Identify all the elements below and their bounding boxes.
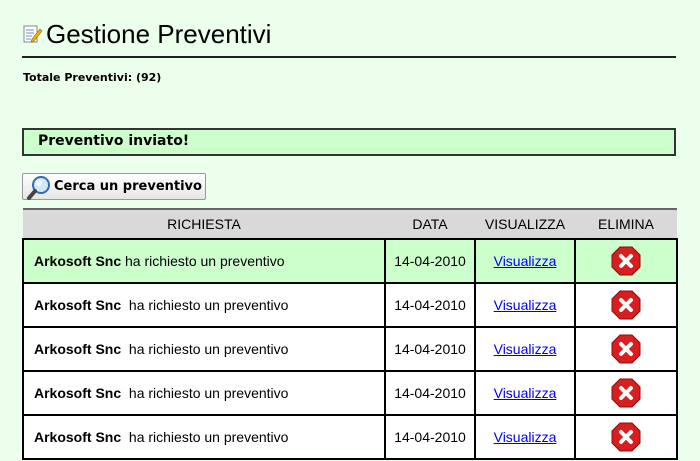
view-link[interactable]: Visualizza	[494, 253, 557, 269]
company-name: Arkosoft Snc	[34, 341, 122, 357]
delete-x-icon[interactable]	[611, 378, 641, 408]
date-cell: 14-04-2010	[384, 238, 476, 284]
request-text: ha richiesto un preventivo	[128, 341, 289, 357]
total-count: Totale Preventivi: (92)	[23, 71, 162, 84]
view-link[interactable]: Visualizza	[494, 341, 557, 357]
column-header-elimina: ELIMINA	[575, 208, 677, 239]
notice-message: Preventivo inviato!	[38, 133, 190, 149]
table-row: Arkosoft Snc ha richiesto un preventivo …	[22, 238, 678, 284]
request-cell: Arkosoft Snc ha richiesto un preventivo	[22, 282, 386, 328]
quotes-table: RICHIESTA DATA VISUALIZZA ELIMINA Arkoso…	[22, 208, 678, 460]
success-notice: Preventivo inviato!	[22, 128, 676, 156]
request-text: ha richiesto un preventivo	[128, 297, 289, 313]
view-cell: Visualizza	[474, 414, 576, 460]
column-header-richiesta: RICHIESTA	[23, 208, 385, 239]
company-name: Arkosoft Snc	[34, 253, 122, 269]
delete-cell	[574, 326, 678, 372]
request-cell: Arkosoft Snc ha richiesto un preventivo	[22, 370, 386, 416]
table-row: Arkosoft Snc ha richiesto un preventivo …	[22, 370, 678, 416]
table-row: Arkosoft Snc ha richiesto un preventivo …	[22, 282, 678, 328]
view-link[interactable]: Visualizza	[494, 429, 557, 445]
date-cell: 14-04-2010	[384, 414, 476, 460]
company-name: Arkosoft Snc	[34, 385, 122, 401]
request-cell: Arkosoft Snc ha richiesto un preventivo	[22, 238, 386, 284]
delete-x-icon[interactable]	[611, 290, 641, 320]
column-header-visualizza: VISUALIZZA	[475, 208, 575, 239]
view-link[interactable]: Visualizza	[494, 297, 557, 313]
search-button-label: Cerca un preventivo	[54, 179, 202, 194]
delete-x-icon[interactable]	[611, 246, 641, 276]
date-cell: 14-04-2010	[384, 326, 476, 372]
view-cell: Visualizza	[474, 238, 576, 284]
company-name: Arkosoft Snc	[34, 429, 122, 445]
company-name: Arkosoft Snc	[34, 297, 122, 313]
table-row: Arkosoft Snc ha richiesto un preventivo …	[22, 414, 678, 460]
request-cell: Arkosoft Snc ha richiesto un preventivo	[22, 414, 386, 460]
view-link[interactable]: Visualizza	[494, 385, 557, 401]
delete-cell	[574, 282, 678, 328]
delete-x-icon[interactable]	[611, 334, 641, 364]
request-cell: Arkosoft Snc ha richiesto un preventivo	[22, 326, 386, 372]
date-cell: 14-04-2010	[384, 282, 476, 328]
search-quote-button[interactable]: Cerca un preventivo	[22, 173, 206, 200]
delete-cell	[574, 238, 678, 284]
delete-cell	[574, 370, 678, 416]
request-text: ha richiesto un preventivo	[128, 429, 289, 445]
date-cell: 14-04-2010	[384, 370, 476, 416]
delete-cell	[574, 414, 678, 460]
request-text: ha richiesto un preventivo	[125, 253, 285, 269]
request-text: ha richiesto un preventivo	[128, 385, 289, 401]
view-cell: Visualizza	[474, 326, 576, 372]
page-title: Gestione Preventivi	[46, 19, 272, 49]
view-cell: Visualizza	[474, 370, 576, 416]
magnifier-icon	[27, 176, 50, 200]
view-cell: Visualizza	[474, 282, 576, 328]
table-header-row: RICHIESTA DATA VISUALIZZA ELIMINA	[23, 208, 677, 239]
page-header: Gestione Preventivi	[22, 18, 676, 58]
delete-x-icon[interactable]	[611, 422, 641, 452]
column-header-data: DATA	[385, 208, 475, 239]
notepad-pencil-icon	[23, 25, 43, 43]
table-row: Arkosoft Snc ha richiesto un preventivo …	[22, 326, 678, 372]
